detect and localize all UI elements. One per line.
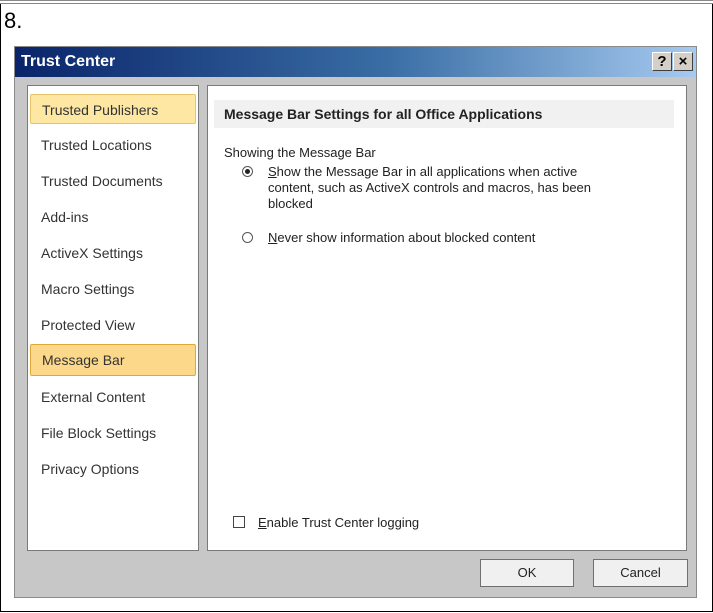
never-show-label[interactable]: Never show information about blocked con…	[268, 229, 535, 246]
sidebar-item-trusted-documents[interactable]: Trusted Documents	[30, 166, 196, 196]
sidebar-item-macro-settings[interactable]: Macro Settings	[30, 274, 196, 304]
cancel-button[interactable]: Cancel	[593, 559, 688, 587]
title-bar: Trust Center ? ×	[15, 47, 696, 77]
trust-center-dialog: Trust Center ? × Trusted Publishers Trus…	[14, 46, 697, 598]
section-title: Message Bar Settings for all Office Appl…	[214, 100, 674, 128]
settings-panel: Message Bar Settings for all Office Appl…	[207, 85, 687, 551]
group-label: Showing the Message Bar	[224, 145, 376, 160]
close-button[interactable]: ×	[673, 52, 693, 71]
sidebar-item-external-content[interactable]: External Content	[30, 382, 196, 412]
sidebar-item-activex-settings[interactable]: ActiveX Settings	[30, 238, 196, 268]
sidebar-nav: Trusted Publishers Trusted Locations Tru…	[27, 85, 199, 551]
sidebar-item-trusted-publishers[interactable]: Trusted Publishers	[30, 94, 196, 124]
enable-logging-label[interactable]: Enable Trust Center logging	[258, 514, 419, 531]
show-message-bar-line2: content, such as ActiveX controls and ma…	[268, 180, 592, 195]
help-button[interactable]: ?	[652, 52, 672, 71]
show-message-bar-line3: blocked	[268, 196, 313, 211]
never-show-radio[interactable]	[242, 232, 253, 243]
sidebar-item-trusted-locations[interactable]: Trusted Locations	[30, 130, 196, 160]
show-message-bar-radio[interactable]	[242, 166, 253, 177]
sidebar-item-protected-view[interactable]: Protected View	[30, 310, 196, 340]
sidebar-item-privacy-options[interactable]: Privacy Options	[30, 454, 196, 484]
sidebar-item-add-ins[interactable]: Add-ins	[30, 202, 196, 232]
enable-logging-checkbox[interactable]	[233, 516, 245, 528]
sidebar-item-message-bar[interactable]: Message Bar	[30, 344, 196, 376]
sidebar-item-file-block-settings[interactable]: File Block Settings	[30, 418, 196, 448]
window-title: Trust Center	[21, 53, 116, 70]
step-number: 8.	[4, 8, 23, 33]
show-message-bar-line1[interactable]: Show the Message Bar in all applications…	[268, 163, 577, 180]
ok-button[interactable]: OK	[480, 559, 574, 587]
